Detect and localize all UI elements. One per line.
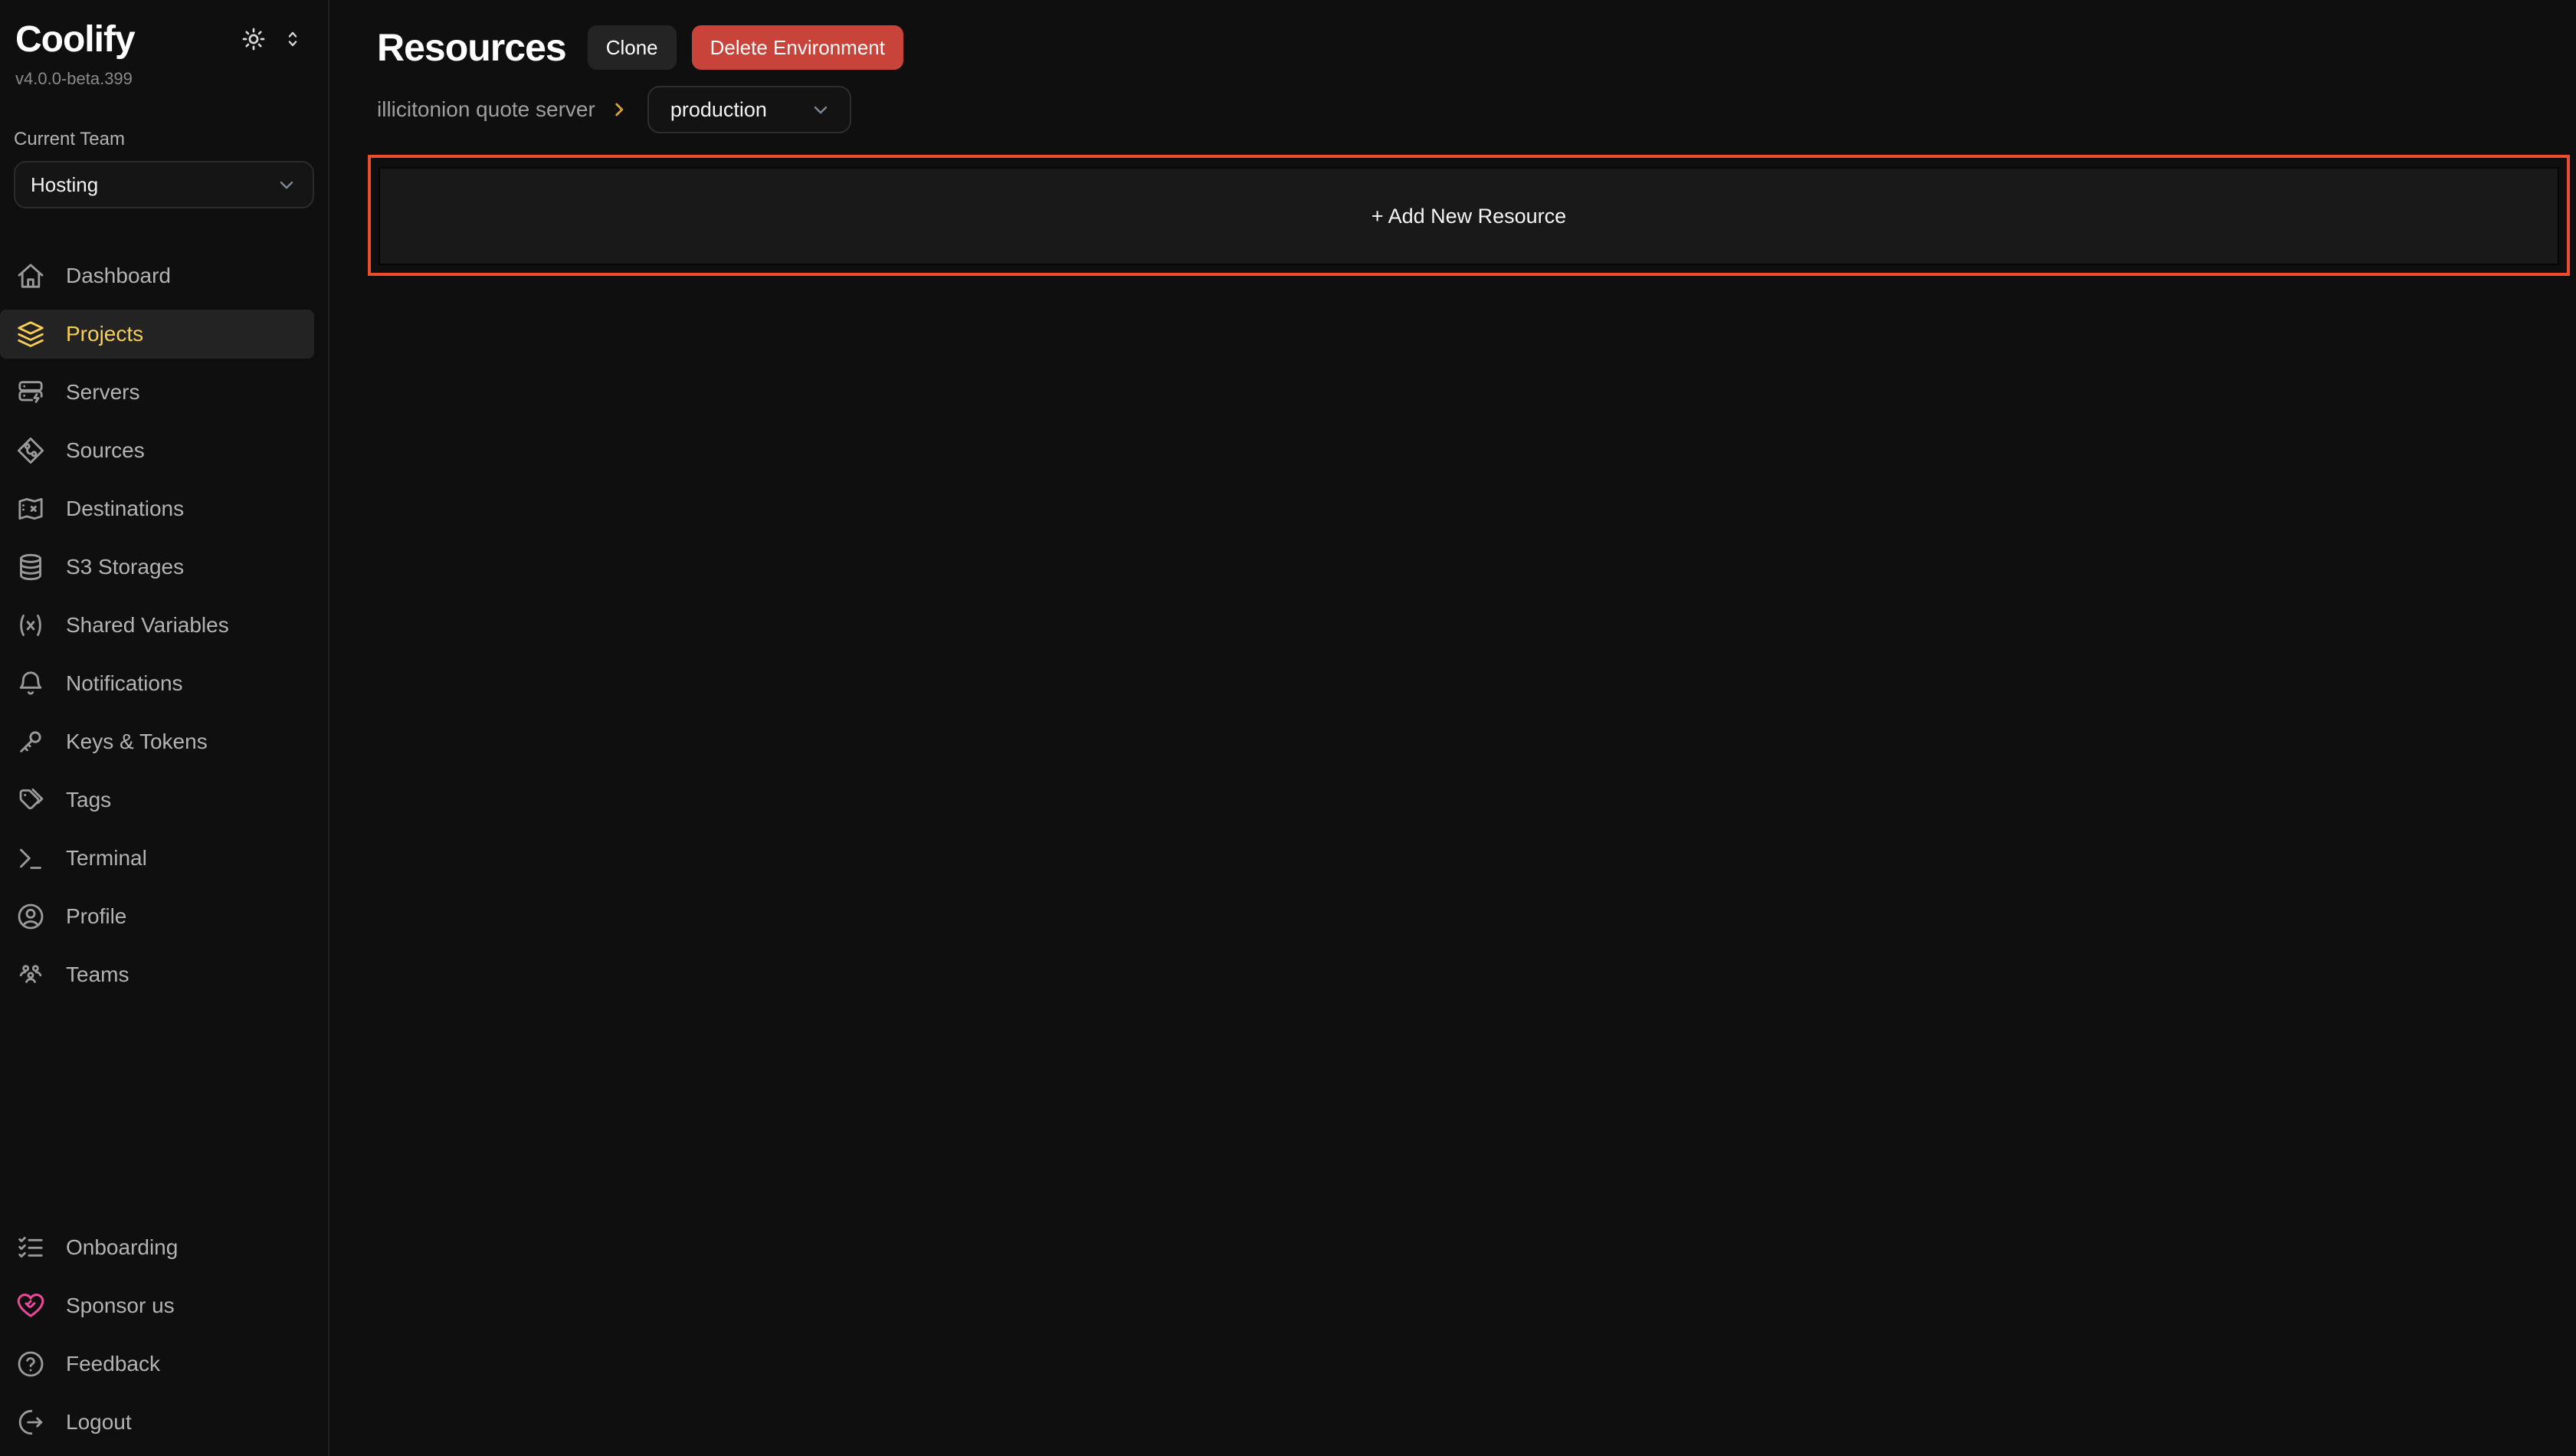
terminal-icon xyxy=(15,843,46,874)
breadcrumb: illicitonion quote server production xyxy=(377,86,2570,133)
sidebar: Coolify v4.0.0-beta.399 Current Team Hos… xyxy=(0,0,329,1456)
sidebar-item-label: Teams xyxy=(66,962,129,987)
brand-row: Coolify xyxy=(0,18,328,61)
sidebar-item-destinations[interactable]: Destinations xyxy=(0,484,314,533)
sun-icon xyxy=(241,26,267,52)
environment-select-value: production xyxy=(670,98,767,122)
sidebar-item-label: Feedback xyxy=(66,1352,160,1376)
chevron-down-icon xyxy=(276,174,297,195)
coolify-app: Coolify v4.0.0-beta.399 Current Team Hos… xyxy=(0,0,2576,1456)
sidebar-item-logout[interactable]: Logout xyxy=(0,1398,314,1447)
delete-environment-button[interactable]: Delete Environment xyxy=(692,25,903,70)
sidebar-item-notifications[interactable]: Notifications xyxy=(0,659,314,708)
tag-icon xyxy=(15,785,46,815)
sidebar-item-keys-tokens[interactable]: Keys & Tokens xyxy=(0,717,314,766)
heart-handshake-icon xyxy=(15,1290,46,1321)
bell-icon xyxy=(15,668,46,699)
list-checks-icon xyxy=(15,1232,46,1263)
team-select-value: Hosting xyxy=(31,173,98,197)
sidebar-item-label: Keys & Tokens xyxy=(66,730,208,754)
sidebar-nav: Dashboard Projects xyxy=(0,247,328,1004)
sidebar-item-label: Dashboard xyxy=(66,264,171,288)
page-title: Resources xyxy=(377,21,566,74)
page-header: Resources Clone Delete Environment xyxy=(368,21,2570,74)
chevron-right-icon xyxy=(609,100,629,120)
breadcrumb-project-link[interactable]: illicitonion quote server xyxy=(377,97,595,122)
sidebar-item-dashboard[interactable]: Dashboard xyxy=(0,251,314,300)
sidebar-item-label: Onboarding xyxy=(66,1235,178,1260)
brand-icons xyxy=(241,26,303,52)
sidebar-item-terminal[interactable]: Terminal xyxy=(0,834,314,883)
sidebar-item-feedback[interactable]: Feedback xyxy=(0,1340,314,1389)
sidebar-item-teams[interactable]: Teams xyxy=(0,950,314,999)
team-select[interactable]: Hosting xyxy=(14,161,314,208)
sidebar-item-label: S3 Storages xyxy=(66,555,184,579)
key-icon xyxy=(15,726,46,757)
logout-icon xyxy=(15,1407,46,1438)
highlight-ring: + Add New Resource xyxy=(368,155,2570,276)
sidebar-item-label: Destinations xyxy=(66,497,184,521)
database-icon xyxy=(15,552,46,582)
sidebar-item-label: Logout xyxy=(66,1410,132,1435)
theme-toggle-button[interactable] xyxy=(241,26,267,52)
sidebar-item-onboarding[interactable]: Onboarding xyxy=(0,1223,314,1272)
sidebar-item-tags[interactable]: Tags xyxy=(0,776,314,825)
sidebar-item-shared-variables[interactable]: Shared Variables xyxy=(0,601,314,650)
variable-icon xyxy=(15,610,46,641)
sidebar-item-label: Profile xyxy=(66,904,126,929)
help-circle-icon xyxy=(15,1349,46,1379)
chevron-down-icon xyxy=(810,99,831,120)
users-icon xyxy=(15,959,46,990)
sidebar-item-label: Notifications xyxy=(66,671,183,696)
layers-icon xyxy=(15,319,46,349)
server-icon xyxy=(15,377,46,408)
map-icon xyxy=(15,494,46,524)
sidebar-item-label: Sponsor us xyxy=(66,1294,175,1318)
sidebar-item-label: Sources xyxy=(66,438,145,463)
sidebar-item-servers[interactable]: Servers xyxy=(0,368,314,417)
chevrons-up-down-icon xyxy=(282,28,303,50)
main-content: Resources Clone Delete Environment illic… xyxy=(329,0,2576,1456)
app-version: v4.0.0-beta.399 xyxy=(15,69,328,89)
sidebar-footer-nav: Onboarding Sponsor us xyxy=(0,1218,328,1456)
app-logo: Coolify xyxy=(15,18,135,61)
clone-button[interactable]: Clone xyxy=(588,25,677,70)
add-new-resource-button[interactable]: + Add New Resource xyxy=(379,167,2559,265)
sidebar-collapse-button[interactable] xyxy=(282,28,303,50)
sidebar-item-sources[interactable]: Sources xyxy=(0,426,314,475)
home-icon xyxy=(15,261,46,291)
sidebar-item-profile[interactable]: Profile xyxy=(0,892,314,941)
environment-select[interactable]: production xyxy=(647,86,851,133)
sidebar-item-label: Tags xyxy=(66,788,111,812)
sidebar-item-sponsor-us[interactable]: Sponsor us xyxy=(0,1281,314,1330)
sidebar-item-label: Terminal xyxy=(66,846,147,871)
sidebar-item-label: Shared Variables xyxy=(66,613,229,638)
sidebar-item-label: Projects xyxy=(66,322,143,346)
sidebar-item-label: Servers xyxy=(66,380,139,405)
user-circle-icon xyxy=(15,901,46,932)
sidebar-item-projects[interactable]: Projects xyxy=(0,310,314,359)
current-team-label: Current Team xyxy=(14,129,328,150)
sidebar-item-s3-storages[interactable]: S3 Storages xyxy=(0,543,314,592)
git-icon xyxy=(15,435,46,466)
